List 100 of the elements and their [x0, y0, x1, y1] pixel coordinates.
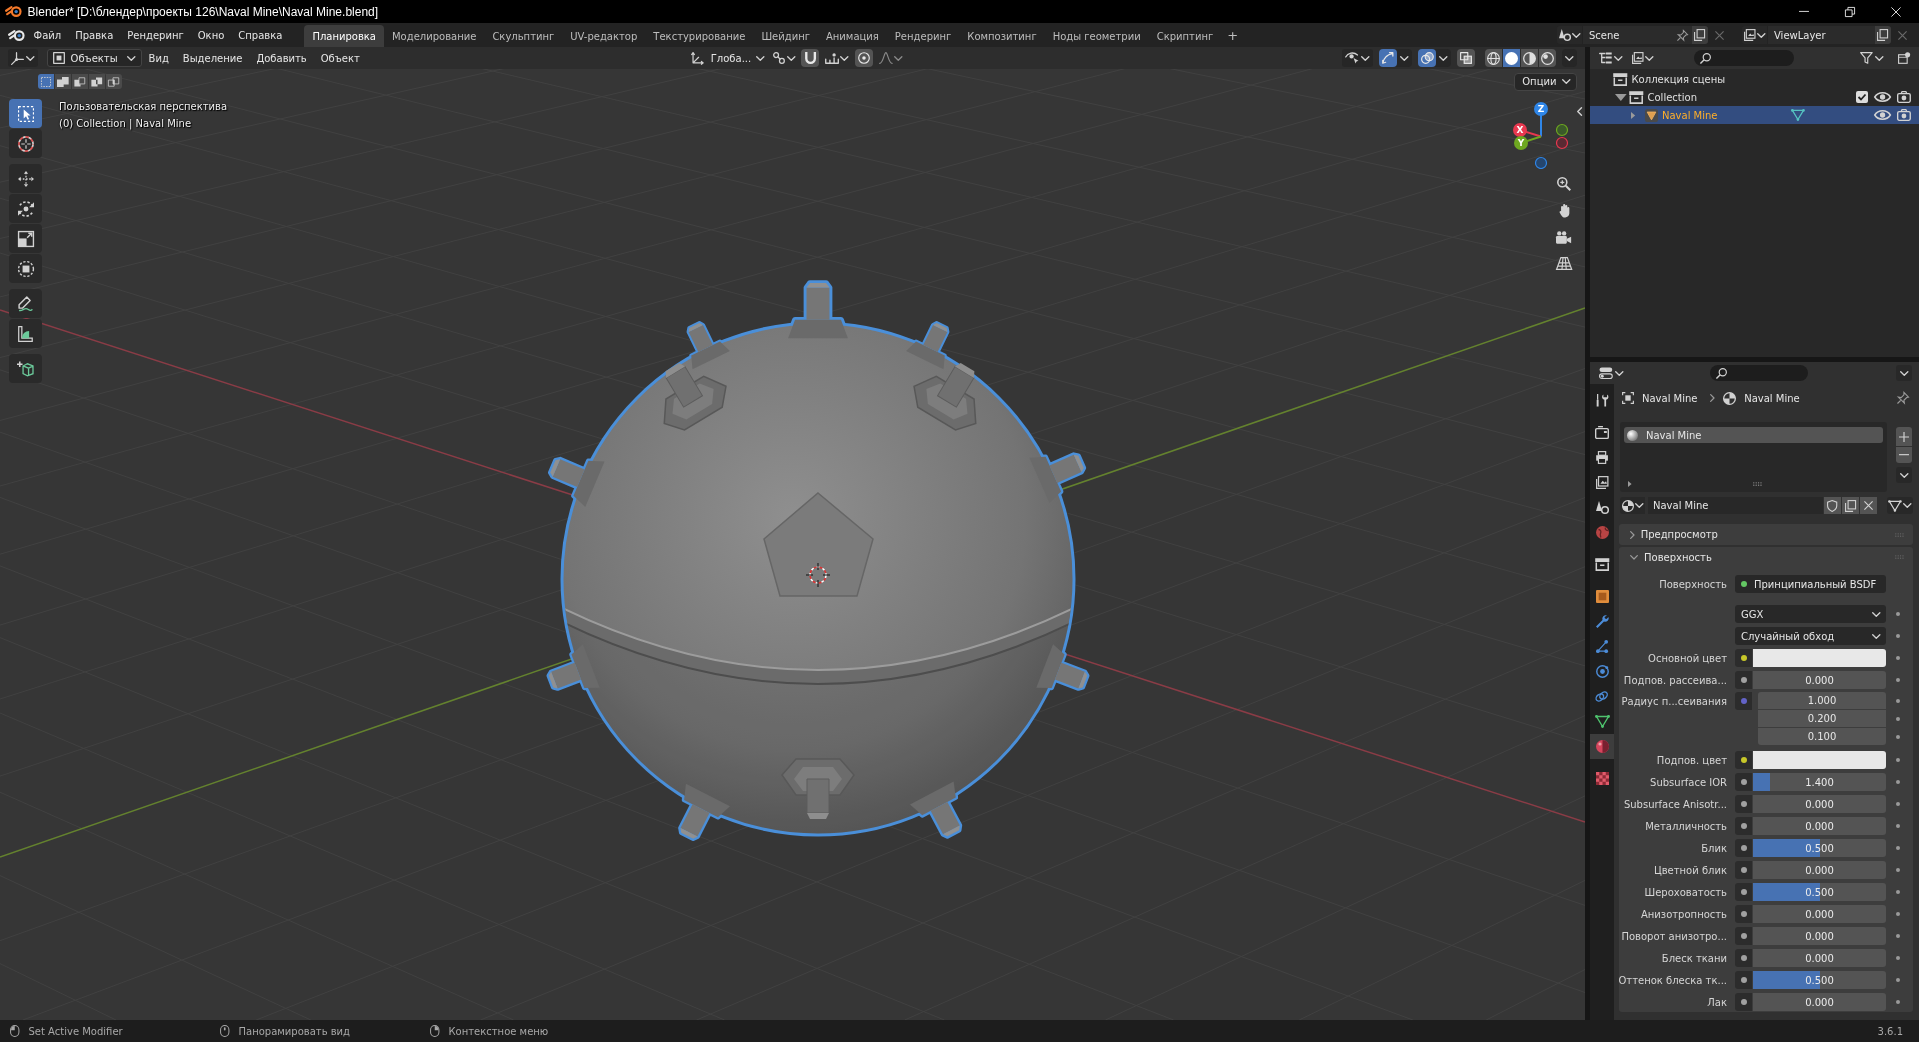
socket-button[interactable] [1735, 671, 1752, 689]
workspace-tab[interactable]: Анимация [817, 25, 887, 47]
outliner-row[interactable]: Naval Mine [1590, 106, 1919, 124]
shading-mode-button[interactable] [1539, 49, 1556, 67]
scene-browse-button[interactable] [1557, 26, 1582, 44]
slider-field[interactable]: 0.000 [1753, 795, 1886, 813]
panel-header[interactable]: Предпросмотр [1619, 524, 1913, 545]
hand-icon[interactable] [1558, 204, 1570, 218]
options-dropdown[interactable] [1896, 365, 1912, 381]
socket-button[interactable] [1735, 795, 1752, 813]
keyframe-dot-icon[interactable] [1896, 1000, 1900, 1004]
collapsed-triangle-icon[interactable] [1631, 111, 1636, 119]
menu-item[interactable]: Выделение [175, 49, 250, 67]
tool-button[interactable] [9, 224, 42, 253]
duplicate-material-button[interactable] [1842, 497, 1859, 514]
workspace-tab[interactable]: Моделирование [384, 25, 485, 47]
axis-handle[interactable]: X [1513, 123, 1527, 137]
socket-button[interactable] [1735, 993, 1752, 1011]
workspace-tab[interactable]: Текстурирование [645, 25, 754, 47]
dropdown-field[interactable]: GGX [1735, 605, 1886, 623]
material-name-field[interactable]: Naval Mine [1648, 497, 1823, 514]
add-workspace-button[interactable]: + [1221, 24, 1245, 46]
material-slot[interactable]: Naval Mine [1624, 427, 1883, 443]
outliner-row[interactable]: Collection [1590, 88, 1919, 106]
tool-button[interactable] [9, 254, 42, 283]
view-layer-filter-dropdown[interactable] [1629, 49, 1656, 67]
shading-mode-button[interactable] [1521, 49, 1538, 67]
number-field[interactable]: 0.200 [1758, 710, 1886, 727]
workspace-tab[interactable]: Скриптинг [1148, 25, 1222, 47]
socket-button[interactable] [1735, 773, 1752, 791]
proportional-toggle[interactable] [854, 49, 873, 67]
keyframe-dot-icon[interactable] [1896, 890, 1900, 894]
pivot-dropdown[interactable] [770, 49, 798, 67]
unlink-material-button[interactable] [1860, 497, 1877, 514]
link-dropdown[interactable] [1887, 497, 1913, 514]
menu-item[interactable]: Добавить [249, 49, 314, 67]
shader-field[interactable]: Принципиальный BSDF [1735, 575, 1886, 593]
keyframe-dot-icon[interactable] [1896, 758, 1900, 762]
axis-handle[interactable]: Z [1534, 102, 1548, 116]
select-mode-button[interactable] [38, 74, 54, 89]
shading-mode-button[interactable] [1503, 49, 1520, 67]
slider-field[interactable]: 0.000 [1753, 949, 1886, 967]
socket-button[interactable] [1735, 883, 1752, 901]
new-view-layer-button[interactable] [1875, 26, 1891, 44]
tool-button[interactable] [9, 164, 42, 193]
menu-item[interactable]: Объект [313, 49, 367, 67]
select-mode-button[interactable] [106, 74, 122, 89]
menu-item[interactable]: Справка [231, 25, 290, 45]
color-field[interactable] [1753, 751, 1886, 769]
socket-button[interactable] [1735, 905, 1752, 923]
slider-field[interactable]: 0.000 [1753, 927, 1886, 945]
gizmo-toggle[interactable] [1379, 49, 1397, 67]
camera-icon[interactable] [1897, 109, 1911, 121]
tool-button[interactable] [9, 289, 42, 318]
shading-mode-button[interactable] [1485, 49, 1502, 67]
keyframe-dot-icon[interactable] [1896, 735, 1900, 739]
pin-icon[interactable] [1677, 29, 1688, 41]
blender-logo-icon[interactable] [8, 29, 25, 41]
filter-dropdown[interactable] [1858, 49, 1886, 67]
fake-user-button[interactable] [1824, 497, 1841, 514]
slider-field[interactable]: 0.000 [1753, 905, 1886, 923]
tool-button[interactable] [9, 194, 42, 223]
mode-dropdown[interactable]: Объекты [46, 49, 142, 67]
shading-dropdown[interactable] [1562, 49, 1577, 67]
remove-slot-button[interactable] [1896, 447, 1912, 463]
zoom-icon[interactable] [1557, 177, 1571, 191]
keyframe-dot-icon[interactable] [1896, 868, 1900, 872]
keyframe-dot-icon[interactable] [1896, 912, 1900, 916]
slider-field[interactable]: 0.000 [1753, 993, 1886, 1011]
search-field[interactable] [1693, 50, 1794, 66]
orientation-dropdown[interactable]: Глоба... [688, 49, 767, 67]
pin-icon[interactable] [1897, 392, 1909, 404]
expand-triangle-icon[interactable] [1628, 481, 1632, 487]
socket-button[interactable] [1735, 971, 1752, 989]
tool-button[interactable] [9, 354, 42, 383]
expanded-triangle-icon[interactable] [1615, 93, 1627, 101]
color-field[interactable] [1753, 649, 1886, 667]
number-field[interactable]: 1.000 [1758, 692, 1886, 709]
eye-icon[interactable] [1873, 110, 1892, 120]
slider-field[interactable]: 0.000 [1753, 861, 1886, 879]
slot-menu-button[interactable] [1896, 467, 1912, 483]
xray-toggle[interactable] [1457, 49, 1475, 67]
number-field[interactable]: 0.100 [1758, 728, 1886, 745]
keyframe-dot-icon[interactable] [1896, 802, 1900, 806]
eye-icon[interactable] [1873, 92, 1892, 102]
socket-button[interactable] [1735, 839, 1752, 857]
tool-button[interactable] [9, 99, 42, 128]
menu-item[interactable]: Окно [190, 25, 232, 45]
mesh-data-icon[interactable] [1790, 109, 1805, 121]
socket-button[interactable] [1735, 949, 1752, 967]
keyframe-dot-icon[interactable] [1896, 656, 1900, 660]
movie-camera-icon[interactable] [1556, 231, 1572, 244]
keyframe-dot-icon[interactable] [1896, 612, 1900, 616]
workspace-tab[interactable]: Планировка [304, 25, 384, 47]
drag-grip-icon[interactable] [1895, 532, 1904, 537]
workspace-tab[interactable]: Ноды геометрии [1044, 25, 1149, 47]
view-layer-browse-button[interactable] [1742, 26, 1767, 44]
workspace-tab[interactable]: Рендеринг [886, 25, 960, 47]
workspace-tab[interactable]: Скульптинг [484, 25, 563, 47]
slider-field[interactable]: 0.000 [1753, 671, 1886, 689]
